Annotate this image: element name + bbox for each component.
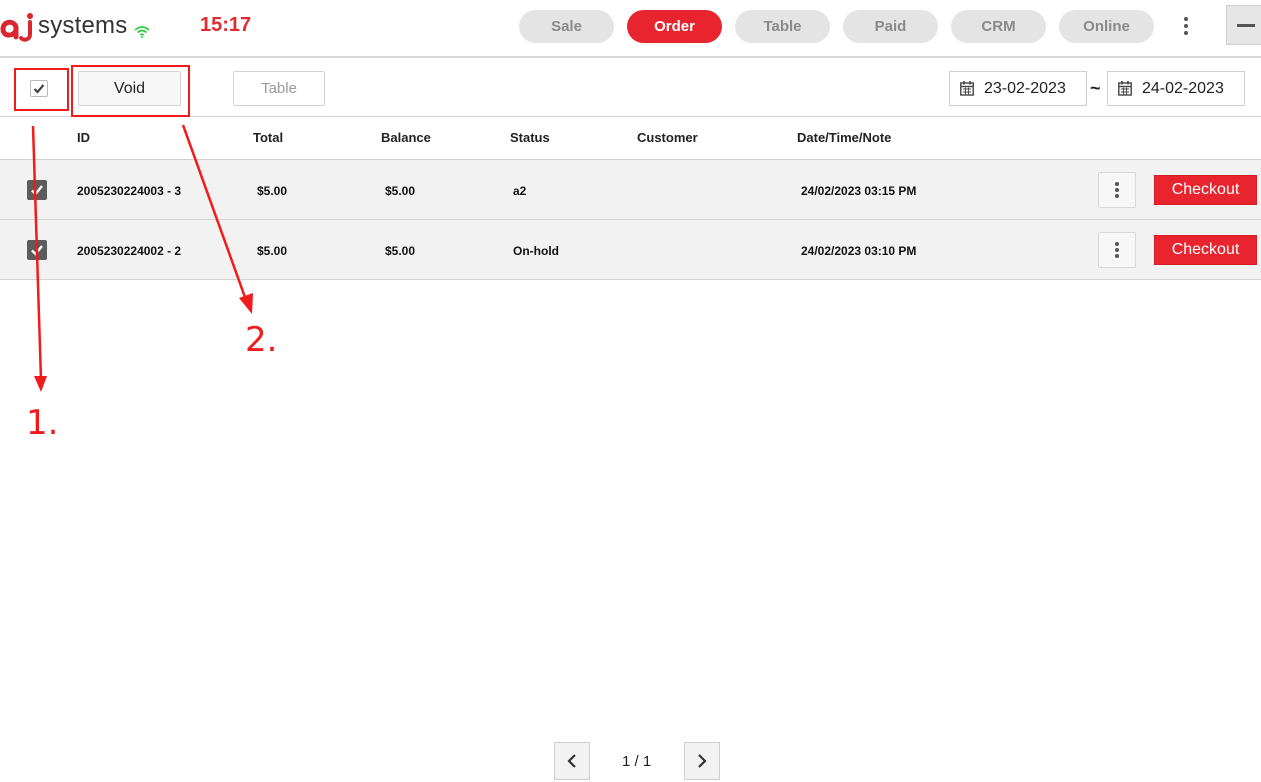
nav-table-button[interactable]: Table xyxy=(735,10,830,43)
more-menu-icon[interactable] xyxy=(1176,12,1196,40)
nav-order-button[interactable]: Order xyxy=(627,10,722,43)
nav-sale-button[interactable]: Sale xyxy=(519,10,614,43)
app-header: systems 15:17 Sale Order Table Paid CRM … xyxy=(0,0,1261,58)
order-balance: $5.00 xyxy=(385,244,416,258)
calendar-icon xyxy=(960,81,974,96)
chevron-left-icon xyxy=(567,754,576,768)
checkmark-icon xyxy=(31,245,43,256)
table-filter-button[interactable]: Table xyxy=(233,71,325,106)
row-checkbox[interactable] xyxy=(27,240,47,260)
row-more-menu-icon[interactable] xyxy=(1098,232,1136,268)
row-more-menu-icon[interactable] xyxy=(1098,172,1136,208)
column-header-id: ID xyxy=(77,130,90,145)
table-row[interactable]: 2005230224002 - 2 $5.00 $5.00 On-hold 24… xyxy=(0,220,1261,280)
table-row[interactable]: 2005230224003 - 3 $5.00 $5.00 a2 24/02/2… xyxy=(0,160,1261,220)
nav-crm-button[interactable]: CRM xyxy=(951,10,1046,43)
order-id: 2005230224003 - 3 xyxy=(77,184,182,198)
date-to-value: 24-02-2023 xyxy=(1142,79,1224,97)
toolbar: Void Table 23-02-2023 ~ 24-02-2023 xyxy=(0,58,1261,117)
order-datetime: 24/02/2023 03:15 PM xyxy=(801,184,917,198)
chevron-right-icon xyxy=(698,754,707,768)
wifi-icon xyxy=(134,26,150,38)
select-all-checkbox[interactable] xyxy=(30,80,48,97)
clock: 15:17 xyxy=(200,14,252,36)
date-separator: ~ xyxy=(1090,78,1101,98)
row-checkbox[interactable] xyxy=(27,180,47,200)
nav-online-button[interactable]: Online xyxy=(1059,10,1154,43)
checkmark-icon xyxy=(31,185,43,196)
logo-text: systems xyxy=(38,12,128,39)
checkout-button[interactable]: Checkout xyxy=(1154,175,1257,205)
logo-mark-icon xyxy=(0,13,33,42)
annotation-label-1: 1. xyxy=(26,403,59,443)
page-indicator: 1 / 1 xyxy=(622,753,652,770)
calendar-icon xyxy=(1118,81,1132,96)
date-from-field[interactable]: 23-02-2023 xyxy=(949,71,1087,106)
checkmark-icon xyxy=(33,84,45,94)
column-header-status: Status xyxy=(510,130,550,145)
void-button[interactable]: Void xyxy=(78,71,181,106)
order-status: On-hold xyxy=(513,244,559,258)
column-header-balance: Balance xyxy=(381,130,431,145)
prev-page-button[interactable] xyxy=(554,742,590,780)
column-header-datetime: Date/Time/Note xyxy=(797,130,892,145)
order-status: a2 xyxy=(513,184,527,198)
minimize-button[interactable] xyxy=(1226,5,1261,45)
next-page-button[interactable] xyxy=(684,742,720,780)
order-total: $5.00 xyxy=(257,244,288,258)
column-header-total: Total xyxy=(253,130,284,145)
annotation-arrows xyxy=(31,124,253,392)
order-balance: $5.00 xyxy=(385,184,416,198)
order-id: 2005230224002 - 2 xyxy=(77,244,182,258)
order-datetime: 24/02/2023 03:10 PM xyxy=(801,244,917,258)
logo: systems xyxy=(0,6,127,46)
checkout-button[interactable]: Checkout xyxy=(1154,235,1257,265)
order-total: $5.00 xyxy=(257,184,288,198)
column-header-customer: Customer xyxy=(637,130,698,145)
date-from-value: 23-02-2023 xyxy=(984,79,1066,97)
minus-icon xyxy=(1237,24,1255,27)
annotation-label-2: 2. xyxy=(245,320,278,360)
date-to-field[interactable]: 24-02-2023 xyxy=(1107,71,1245,106)
nav-paid-button[interactable]: Paid xyxy=(843,10,938,43)
